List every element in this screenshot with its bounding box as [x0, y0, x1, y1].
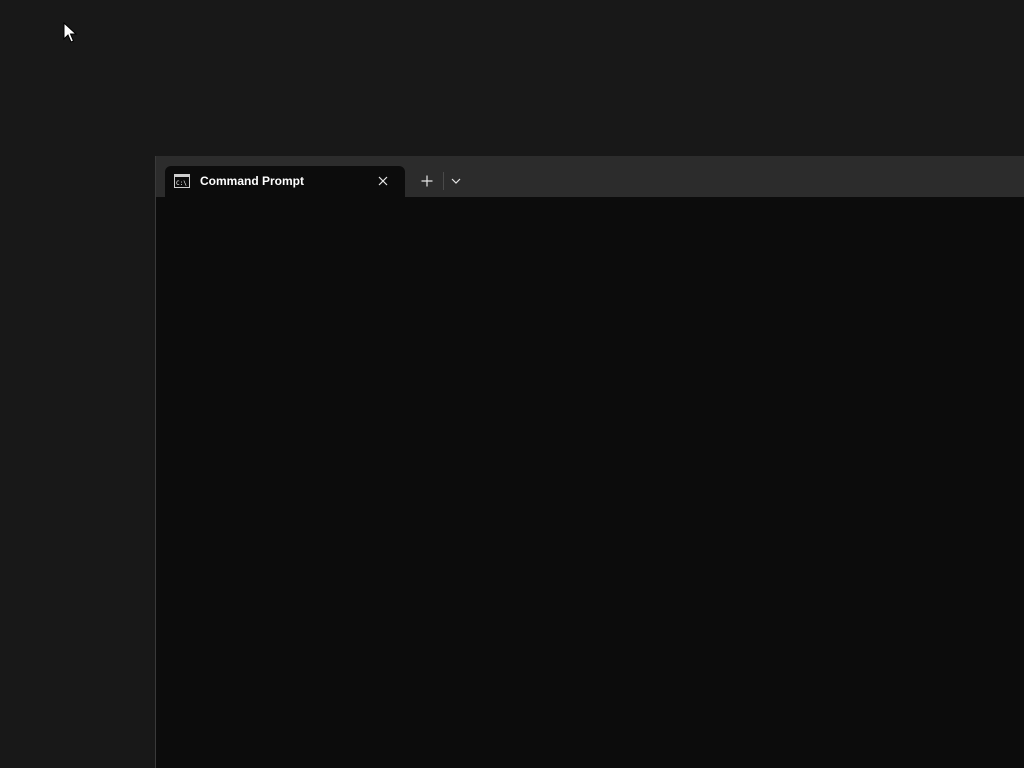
tab-bar: C:\ Command Prompt [156, 156, 1024, 197]
chevron-down-icon [451, 178, 461, 184]
mouse-pointer-icon [63, 22, 78, 43]
new-tab-button[interactable] [415, 169, 439, 193]
plus-icon [421, 175, 433, 187]
profile-dropdown-button[interactable] [446, 169, 466, 193]
desktop[interactable]: C:\ Command Prompt [0, 0, 1024, 768]
svg-text:C:\: C:\ [176, 180, 187, 187]
terminal-content[interactable] [156, 197, 1024, 768]
terminal-window: C:\ Command Prompt [155, 156, 1024, 768]
close-tab-button[interactable] [373, 171, 393, 191]
tab-title: Command Prompt [200, 174, 305, 188]
command-prompt-icon: C:\ [174, 174, 190, 188]
close-icon [378, 176, 388, 186]
tab-command-prompt[interactable]: C:\ Command Prompt [165, 166, 405, 197]
tab-separator [443, 172, 444, 190]
